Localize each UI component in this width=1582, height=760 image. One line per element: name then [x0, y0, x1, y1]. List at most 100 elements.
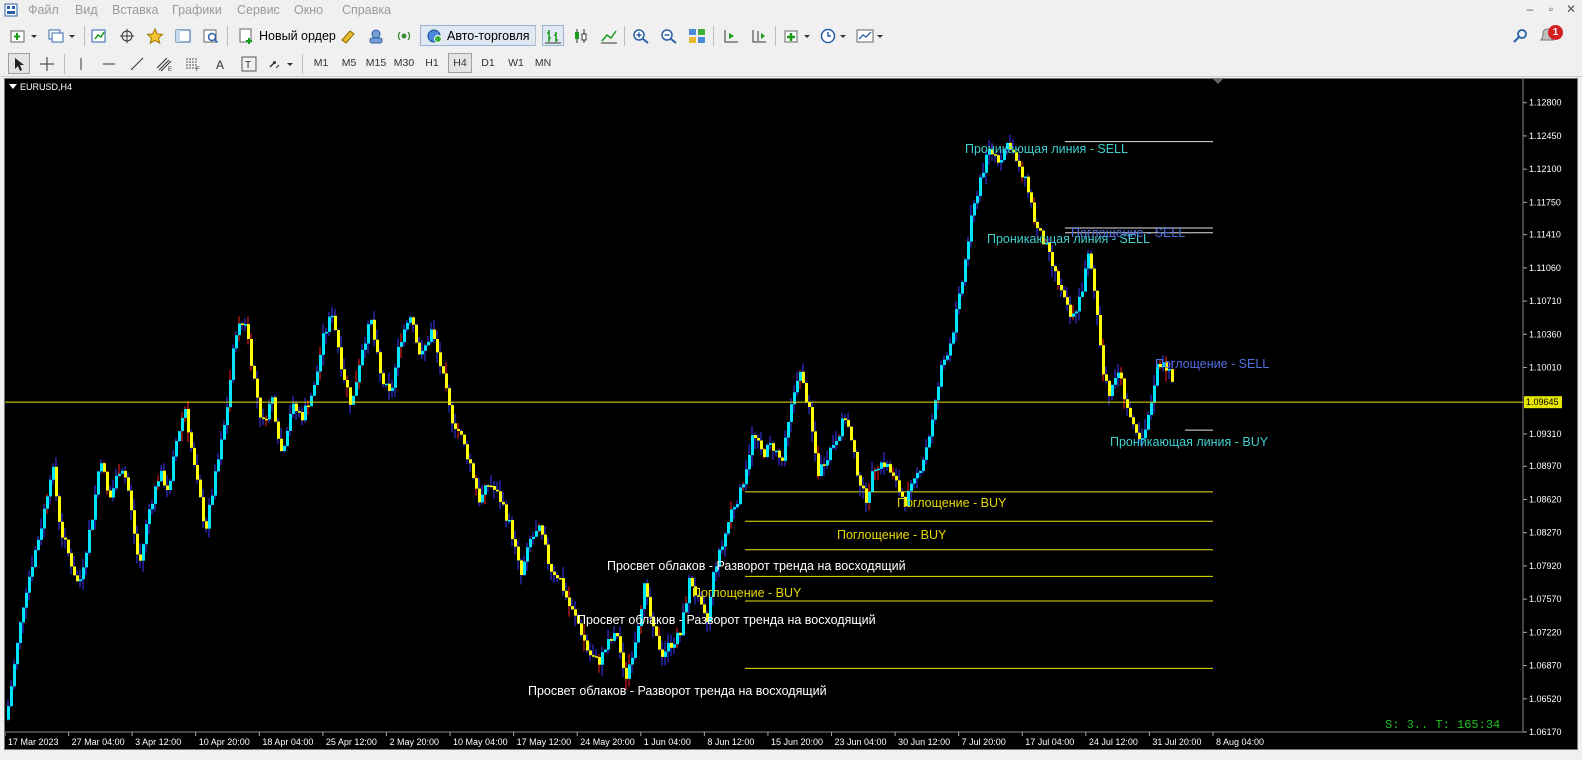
- bull-candle: [796, 380, 799, 393]
- timeframe-m1[interactable]: M1: [311, 53, 331, 73]
- bull-candle: [946, 355, 949, 360]
- trend-line-button[interactable]: [126, 53, 148, 74]
- notifications-button[interactable]: 1: [1538, 25, 1563, 46]
- timeframe-h4[interactable]: H4: [448, 53, 472, 73]
- symbol-label: EURUSD,H4: [20, 82, 72, 92]
- chart-shift-marker[interactable]: [1213, 79, 1223, 84]
- cursor-button[interactable]: [8, 53, 30, 74]
- timeframe-w1[interactable]: W1: [505, 53, 527, 73]
- tile-windows-button[interactable]: [686, 25, 708, 46]
- menu-tools[interactable]: Сервис: [237, 3, 280, 17]
- horizontal-line-button[interactable]: [98, 53, 120, 74]
- equidistant-channel-button[interactable]: E: [154, 53, 176, 74]
- line-chart-button[interactable]: [598, 25, 620, 46]
- symbol-dropdown-icon[interactable]: [9, 84, 17, 89]
- timeframe-m15[interactable]: M15: [363, 53, 389, 73]
- bull-candle: [394, 367, 397, 388]
- price-chart[interactable]: Проникающая линия - SELL Проникающая лини…: [5, 79, 1577, 749]
- bear-candle: [199, 479, 202, 498]
- menu-help[interactable]: Справка: [342, 3, 391, 17]
- menu-view[interactable]: Вид: [75, 3, 98, 17]
- menu-insert[interactable]: Вставка: [112, 3, 158, 17]
- zoom-out-button[interactable]: [658, 25, 680, 46]
- bull-candle: [217, 459, 220, 472]
- candlestick-chart-button[interactable]: [570, 25, 592, 46]
- bull-candle: [643, 583, 646, 609]
- bear-candle: [136, 533, 139, 555]
- text-button[interactable]: A: [210, 53, 232, 74]
- bear-candle: [1063, 290, 1066, 298]
- timeframe-m5[interactable]: M5: [338, 53, 360, 73]
- svg-text:A: A: [216, 58, 224, 72]
- signals-button[interactable]: [365, 25, 387, 46]
- timeframe-h1[interactable]: H1: [421, 53, 443, 73]
- bull-candle: [310, 395, 313, 407]
- periods-button[interactable]: [818, 25, 848, 46]
- templates-button[interactable]: [855, 25, 885, 46]
- close-icon[interactable]: ✕: [1561, 2, 1581, 16]
- timer-label: S: 3.. T: 165:34: [1385, 718, 1500, 732]
- new-order-button[interactable]: Новый ордер: [233, 25, 341, 46]
- bull-candle: [178, 431, 181, 442]
- bear-candle: [856, 452, 859, 476]
- bear-candle: [340, 347, 343, 370]
- navigator-button[interactable]: [144, 25, 166, 46]
- arrows-button[interactable]: [266, 53, 296, 74]
- auto-trading-button[interactable]: Авто-торговля: [420, 25, 536, 46]
- menu-charts[interactable]: Графики: [172, 3, 222, 17]
- bear-candle: [862, 485, 865, 489]
- data-window-button[interactable]: [116, 25, 138, 46]
- app-chart-icon[interactable]: [4, 3, 18, 17]
- bull-candle: [286, 430, 289, 447]
- metaeditor-button[interactable]: [337, 25, 359, 46]
- profiles-button[interactable]: [46, 25, 76, 46]
- chart-window[interactable]: Проникающая линия - SELL Проникающая лини…: [4, 78, 1578, 750]
- text-label-button[interactable]: T: [238, 53, 260, 74]
- line-studies-toolbar: E F A T M1 M5 M15 M30 H1 H4 D1 W1 MN: [0, 50, 1582, 77]
- bull-candle: [979, 177, 982, 197]
- bear-candle: [565, 590, 568, 598]
- vertical-line-button[interactable]: [70, 53, 92, 74]
- bear-candle: [616, 633, 619, 637]
- search-button[interactable]: [1510, 25, 1532, 46]
- fibonacci-button[interactable]: F: [182, 53, 204, 74]
- bull-candle: [1117, 372, 1120, 378]
- indicators-button[interactable]: [782, 25, 812, 46]
- x-tick-label: 24 May 20:00: [580, 737, 635, 747]
- bull-candle: [535, 531, 538, 537]
- crosshair-target-icon: [120, 28, 134, 43]
- timeframe-m30[interactable]: M30: [391, 53, 417, 73]
- bull-candle: [226, 407, 229, 426]
- bull-candle: [1087, 253, 1090, 269]
- market-button[interactable]: [393, 25, 415, 46]
- menu-window[interactable]: Окно: [294, 3, 323, 17]
- auto-scroll-button[interactable]: [748, 25, 770, 46]
- minimize-icon[interactable]: –: [1520, 2, 1540, 16]
- timeframe-mn[interactable]: MN: [531, 53, 555, 73]
- timeframe-d1[interactable]: D1: [477, 53, 499, 73]
- bull-candle: [736, 504, 739, 508]
- terminal-button[interactable]: [172, 25, 194, 46]
- terminal-icon: [175, 29, 191, 42]
- bear-candle: [550, 563, 553, 572]
- bear-candle: [1033, 202, 1036, 222]
- restore-icon[interactable]: ▫: [1541, 2, 1561, 16]
- market-watch-button[interactable]: [88, 25, 110, 46]
- bear-candle: [679, 632, 682, 636]
- menu-file[interactable]: Файл: [28, 3, 59, 17]
- bear-candle: [460, 430, 463, 435]
- bull-candle: [790, 404, 793, 422]
- bull-candle: [529, 539, 532, 548]
- bull-candle: [871, 471, 874, 492]
- zoom-in-button[interactable]: [630, 25, 652, 46]
- bear-candle: [772, 443, 775, 451]
- bull-candle: [526, 547, 529, 562]
- chart-shift-button[interactable]: [720, 25, 742, 46]
- strategy-tester-button[interactable]: [200, 25, 222, 46]
- fibonacci-icon: F: [186, 58, 200, 72]
- bar-chart-button[interactable]: [542, 25, 564, 46]
- bull-candle: [688, 577, 691, 604]
- new-chart-button[interactable]: [8, 25, 38, 46]
- bull-candle: [370, 319, 373, 325]
- crosshair-button[interactable]: [36, 53, 58, 74]
